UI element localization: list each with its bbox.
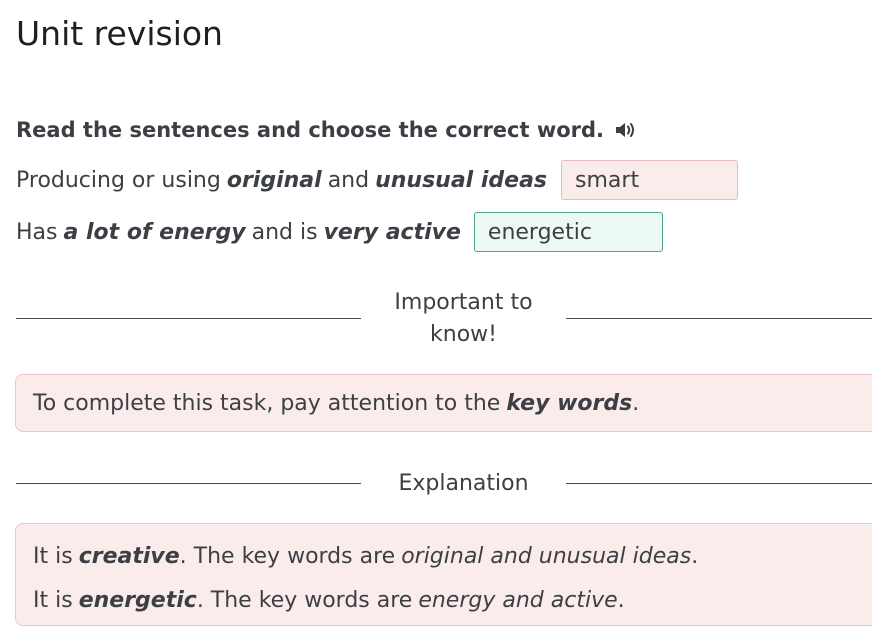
- tip-panel: To complete this task, pay attention to …: [15, 374, 872, 432]
- divider-line: [16, 318, 361, 319]
- instruction-text: Read the sentences and choose the correc…: [16, 118, 605, 142]
- explanation-line: It is energetic . The key words are ener…: [33, 578, 872, 622]
- sentence-text: Has: [16, 219, 58, 245]
- answer-dropdown-incorrect[interactable]: smart: [561, 160, 739, 200]
- sentence-keyword: very active: [323, 219, 461, 245]
- task-instruction: Read the sentences and choose the correc…: [16, 118, 638, 142]
- sentence-keyword: a lot of energy: [63, 219, 246, 245]
- divider-line: [16, 483, 361, 484]
- explanation-text: It is: [33, 543, 73, 569]
- speaker-icon[interactable]: [614, 119, 638, 141]
- sentence-keyword: unusual ideas: [375, 167, 548, 193]
- explanation-keywords: original and unusual ideas: [401, 543, 692, 569]
- explanation-line: It is creative . The key words are origi…: [33, 534, 872, 578]
- explanation-text: It is: [33, 587, 73, 613]
- tip-text: To complete this task, pay attention to …: [33, 390, 501, 416]
- explanation-answer: creative: [78, 543, 180, 569]
- answer-dropdown-correct[interactable]: energetic: [473, 212, 663, 252]
- explanation-text: .: [691, 543, 699, 569]
- divider-line: [566, 318, 872, 319]
- sentence-text: and: [327, 167, 370, 193]
- sentence-keyword: original: [226, 167, 322, 193]
- explanation-text: . The key words are: [179, 543, 396, 569]
- explanation-answer: energetic: [78, 587, 197, 613]
- tip-heading: Important to know!: [361, 287, 566, 351]
- tip-keyword: key words: [506, 390, 633, 416]
- sentence-text: Producing or using: [16, 167, 221, 193]
- tip-text-end: .: [632, 390, 640, 416]
- sentence-text: and is: [251, 219, 318, 245]
- explanation-heading: Explanation: [398, 471, 529, 496]
- sentence-row: Has a lot of energy and is very active e…: [16, 212, 663, 252]
- explanation-keywords: energy and active: [418, 587, 618, 613]
- explanation-text: .: [617, 587, 625, 613]
- tip-heading-line: know!: [430, 322, 497, 347]
- sentence-row: Producing or using original and unusual …: [16, 160, 739, 200]
- explanation-text: . The key words are: [196, 587, 413, 613]
- explanation-panel: It is creative . The key words are origi…: [15, 523, 872, 626]
- page-title: Unit revision: [16, 14, 223, 53]
- divider-line: [566, 483, 872, 484]
- tip-heading-line: Important to: [394, 290, 533, 315]
